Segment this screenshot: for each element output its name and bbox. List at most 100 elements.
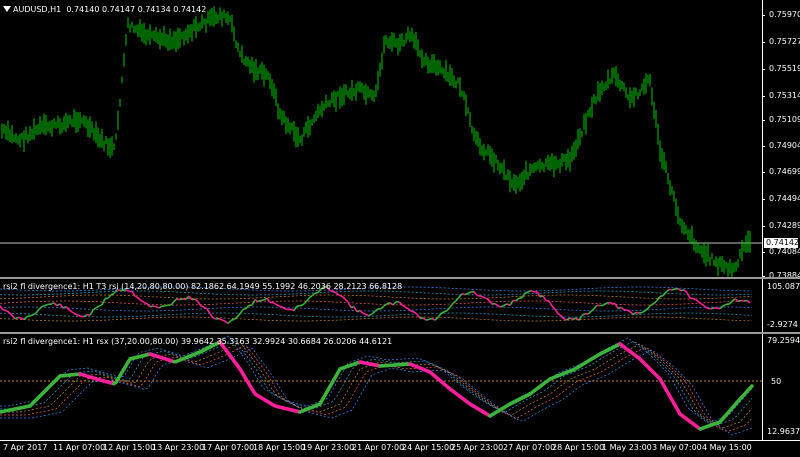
indicator1-segment <box>399 302 402 305</box>
indicator1-segment <box>663 292 666 296</box>
indicator1-segment <box>27 316 30 317</box>
indicator1-segment <box>189 296 192 300</box>
indicator1-segment <box>672 289 675 290</box>
indicator1-segment <box>564 319 567 320</box>
price-scale-tick <box>762 42 765 43</box>
indicator1-segment <box>171 301 174 305</box>
indicator1-segment <box>678 289 681 291</box>
price-scale-label: 0.75109 <box>769 115 800 124</box>
time-axis-label: 25 Apr 23:00 <box>451 443 503 452</box>
indicator1-segment <box>177 299 180 300</box>
indicator1-segment <box>699 302 702 304</box>
price-scale-tick <box>762 146 765 147</box>
indicator1-segment <box>450 304 453 308</box>
indicator1-segment <box>411 311 414 312</box>
indicator1-segment <box>36 309 39 313</box>
indicator1-level <box>0 301 752 305</box>
indicator1-segment <box>219 319 222 320</box>
indicator2-scale-top: 79.2594 <box>767 336 800 345</box>
chart-symbol: AUDUSD,H1 <box>13 5 61 14</box>
price-scale-tick <box>762 226 765 227</box>
indicator1-segment <box>453 301 456 304</box>
indicator1-segment <box>150 306 153 307</box>
indicator1-segment <box>99 305 102 306</box>
indicator2-scale-mid: 50 <box>771 377 781 386</box>
price-chart-pane[interactable] <box>0 0 762 277</box>
indicator1-segment <box>627 310 630 311</box>
indicator1-segment <box>414 312 417 314</box>
indicator1-segment <box>237 314 240 318</box>
indicator1-segment <box>90 310 93 315</box>
indicator2-level <box>0 336 752 423</box>
indicator1-segment <box>606 303 609 304</box>
indicator1-segment <box>213 318 216 319</box>
indicator1-segment <box>561 316 564 319</box>
indicator1-segment <box>75 314 78 315</box>
indicator1-segment <box>459 294 462 297</box>
indicator1-segment <box>246 305 249 308</box>
indicator2-scale[interactable] <box>762 334 800 440</box>
indicator1-segment <box>144 302 147 304</box>
indicator1-segment <box>405 307 408 309</box>
indicator1-segment <box>573 318 576 320</box>
indicator1-segment <box>504 304 507 306</box>
indicator1-segment <box>681 290 684 291</box>
time-axis-label: 12 Apr 15:00 <box>103 443 155 452</box>
indicator1-segment <box>633 313 636 315</box>
indicator1-segment <box>630 312 633 315</box>
indicator1-segment <box>369 314 372 316</box>
indicator2-pane[interactable] <box>0 334 762 440</box>
indicator1-segment <box>465 294 468 295</box>
indicator1-segment <box>702 304 705 306</box>
price-scale-label: 0.75727 <box>769 37 800 46</box>
indicator1-segment <box>93 308 96 310</box>
price-scale-label: 0.74289 <box>769 221 800 230</box>
indicator1-segment <box>555 309 558 314</box>
indicator1-segment <box>444 311 447 312</box>
indicator2-scale-bottom: 12.9637 <box>767 427 800 436</box>
indicator1-segment <box>546 301 549 302</box>
indicator1-segment <box>384 304 387 306</box>
indicator1-segment <box>6 311 9 313</box>
indicator2-level <box>0 348 752 435</box>
indicator1-segment <box>567 318 570 320</box>
time-axis-label: 13 Apr 23:00 <box>152 443 204 452</box>
indicator1-segment <box>54 303 57 306</box>
time-axis-label: 21 Apr 07:00 <box>352 443 404 452</box>
indicator1-segment <box>18 317 21 318</box>
indicator1-segment <box>60 304 63 308</box>
indicator1-segment <box>510 301 513 306</box>
indicator1-segment <box>432 319 435 321</box>
indicator1-segment <box>519 298 522 299</box>
indicator1-segment <box>165 305 168 306</box>
indicator1-segment <box>354 307 357 312</box>
time-axis-label: 7 Apr 2017 <box>3 443 47 452</box>
indicator1-segment <box>273 303 276 304</box>
price-scale-tick <box>762 69 765 70</box>
indicator1-segment <box>393 302 396 305</box>
indicator1-segment <box>654 301 657 304</box>
indicator2-segment <box>750 386 752 388</box>
indicator1-segment <box>12 315 15 319</box>
time-axis-label: 27 Apr 07:00 <box>503 443 555 452</box>
indicator1-segment <box>426 319 429 320</box>
indicator1-segment <box>333 291 336 292</box>
indicator1-segment <box>492 304 495 305</box>
indicator1-segment <box>366 315 369 316</box>
time-axis-label: 19 Apr 23:00 <box>302 443 354 452</box>
indicator1-segment <box>624 310 627 311</box>
indicator1-segment <box>522 293 525 298</box>
indicator1-segment <box>651 303 654 305</box>
indicator1-segment <box>639 313 642 314</box>
indicator1-segment <box>198 302 201 306</box>
indicator1-segment <box>261 300 264 301</box>
price-scale-label: 0.74904 <box>769 141 800 150</box>
triangle-down-icon[interactable] <box>3 6 11 12</box>
indicator1-segment <box>483 297 486 298</box>
indicator1-segment <box>315 293 318 294</box>
indicator1-segment <box>588 312 591 315</box>
indicator1-segment <box>594 305 597 309</box>
indicator1-segment <box>696 300 699 303</box>
indicator1-segment <box>309 296 312 299</box>
indicator1-scale-top: 105.0873 <box>767 282 800 291</box>
